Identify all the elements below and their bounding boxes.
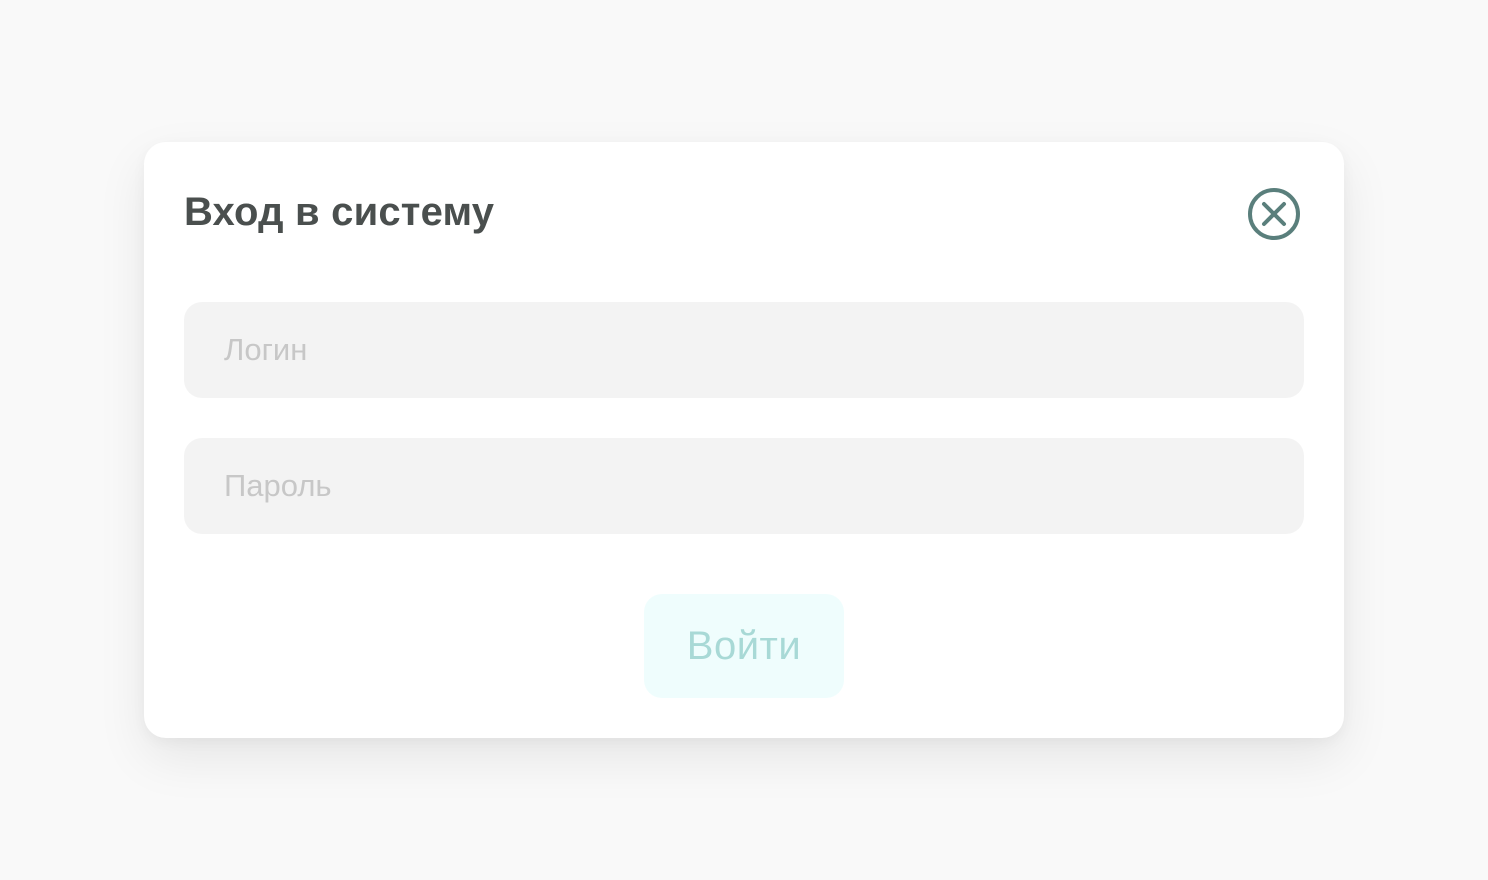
login-input[interactable]: [184, 302, 1304, 398]
login-button[interactable]: Войти: [644, 594, 844, 698]
password-input[interactable]: [184, 438, 1304, 534]
close-circle-icon: [1248, 188, 1300, 240]
close-button[interactable]: [1246, 186, 1302, 242]
login-dialog: Вход в систему Войти: [144, 142, 1344, 738]
dialog-title: Вход в систему: [184, 190, 495, 234]
